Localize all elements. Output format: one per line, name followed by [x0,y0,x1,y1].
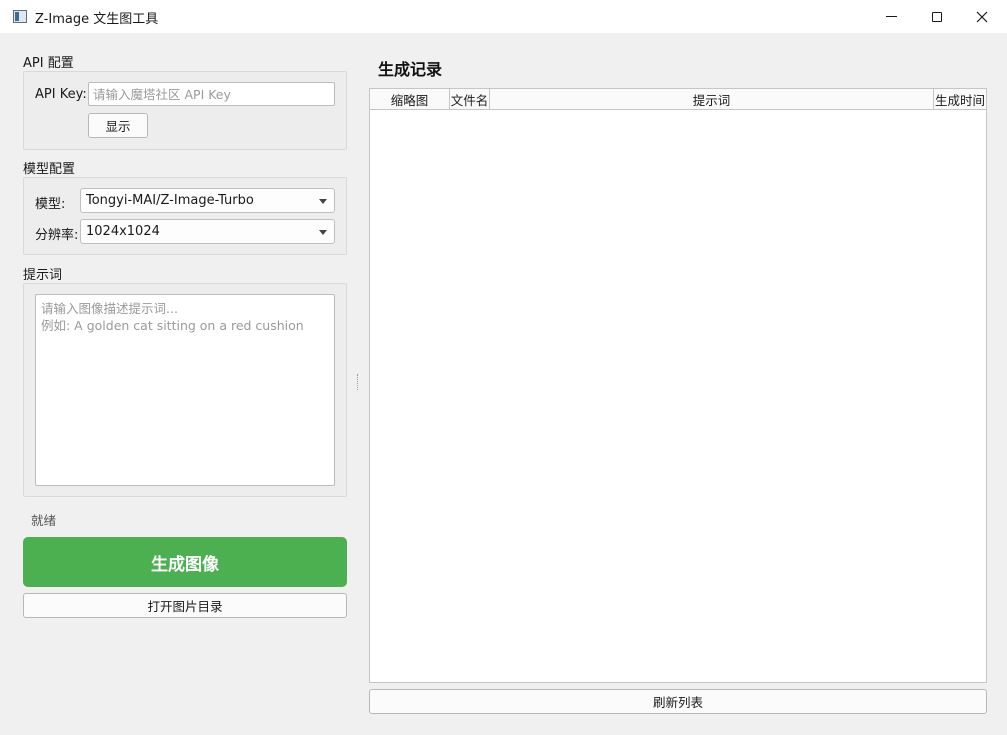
api-config-label: API 配置 [23,56,74,71]
column-header-filename[interactable]: 文件名 [450,89,490,110]
app-icon [13,10,27,23]
app-window: Z-Image 文生图工具 API 配置 API Key: 显示 模型配置 模型… [0,0,1007,735]
api-key-input[interactable] [88,82,335,106]
column-header-prompt[interactable]: 提示词 [490,89,934,110]
minimize-button[interactable] [869,0,914,33]
column-header-thumbnail[interactable]: 缩略图 [370,89,450,110]
records-table[interactable]: 缩略图 文件名 提示词 生成时间 [369,88,987,683]
show-key-button[interactable]: 显示 [88,113,148,138]
window-title: Z-Image 文生图工具 [35,12,159,27]
refresh-button[interactable]: 刷新列表 [369,689,987,714]
model-label: 模型: [35,197,66,212]
title-bar: Z-Image 文生图工具 [0,0,1007,33]
model-select-value: Tongyi-MAI/Z-Image-Turbo [86,193,254,208]
resolution-select[interactable]: 1024x1024 [80,219,335,244]
status-text: 就绪 [31,513,57,528]
minimize-icon [886,16,897,17]
generate-button[interactable]: 生成图像 [23,537,347,587]
chevron-down-icon [319,199,327,204]
maximize-button[interactable] [914,0,959,33]
close-button[interactable] [959,0,1004,33]
maximize-icon [931,11,942,22]
model-config-label: 模型配置 [23,162,76,177]
resolution-label: 分辨率: [35,228,79,243]
column-header-time[interactable]: 生成时间 [934,89,986,110]
records-title: 生成记录 [378,60,443,79]
resolution-select-value: 1024x1024 [86,224,160,239]
table-header: 缩略图 文件名 提示词 生成时间 [370,89,986,110]
prompt-textarea[interactable] [35,294,335,486]
prompt-label: 提示词 [23,268,63,283]
open-folder-button[interactable]: 打开图片目录 [23,593,347,618]
splitter-handle[interactable] [357,374,359,390]
model-select[interactable]: Tongyi-MAI/Z-Image-Turbo [80,188,335,213]
close-icon [976,11,987,22]
api-key-label: API Key: [35,87,87,102]
chevron-down-icon [319,230,327,235]
